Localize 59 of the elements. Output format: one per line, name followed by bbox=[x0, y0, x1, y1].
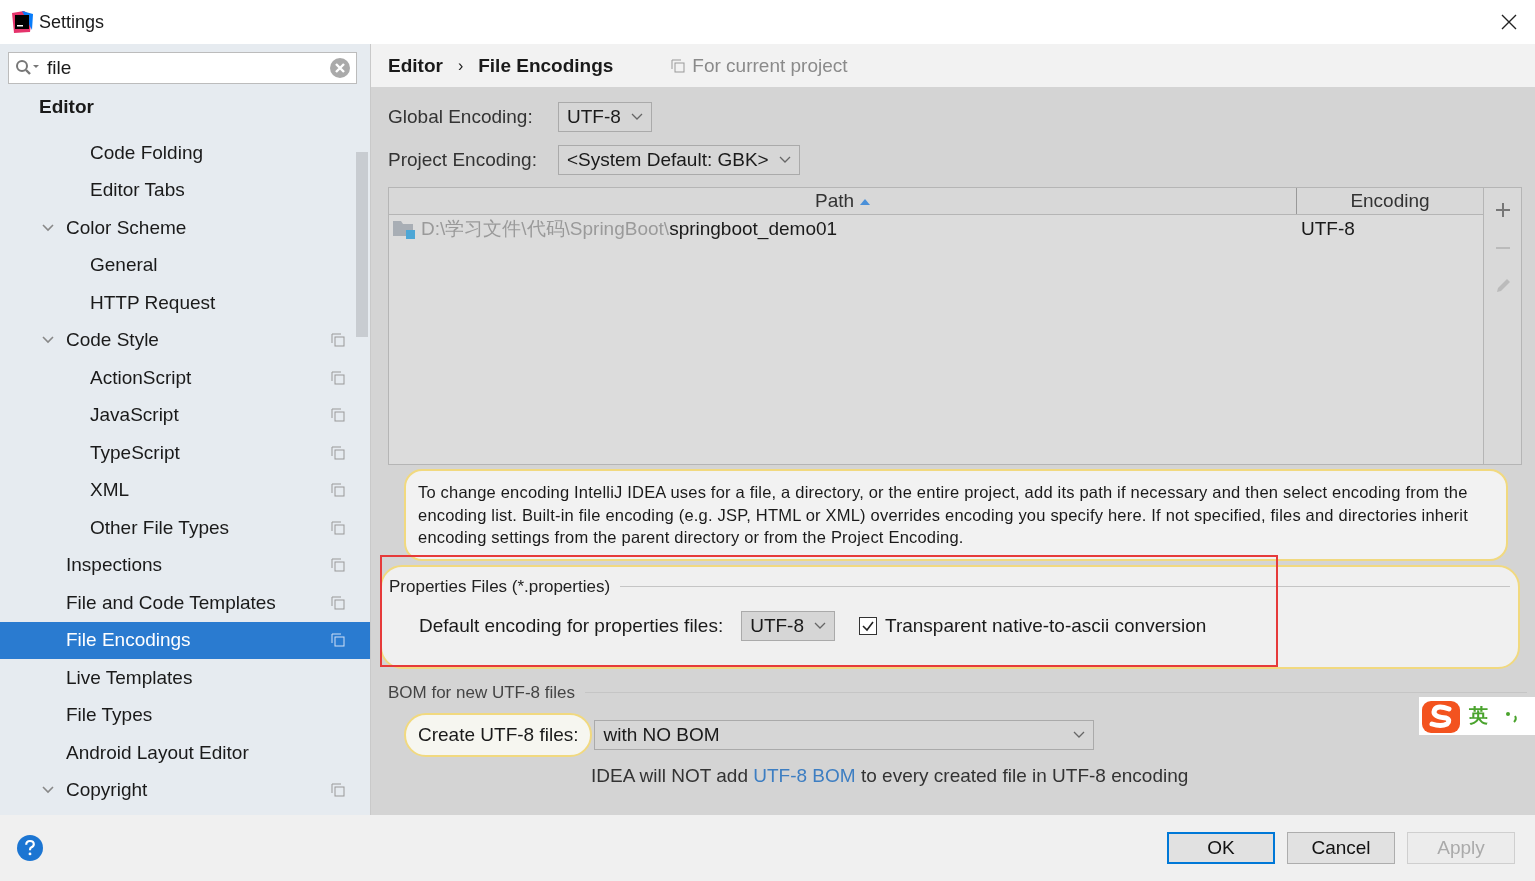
dialog-button[interactable]: OK bbox=[1167, 832, 1275, 864]
sidebar-item[interactable]: Copyright bbox=[66, 779, 148, 802]
help-button[interactable] bbox=[17, 835, 43, 861]
sidebar-item[interactable]: XML bbox=[90, 479, 130, 502]
encoding-dropdown[interactable]: <System Default: GBK> bbox=[558, 144, 800, 175]
breadcrumb-separator: › bbox=[457, 56, 464, 75]
folder-icon bbox=[393, 219, 415, 239]
sidebar-item[interactable]: Editor Tabs bbox=[90, 179, 185, 202]
sidebar-item[interactable]: General bbox=[90, 254, 158, 277]
section-title: Properties Files (*.properties) bbox=[389, 576, 611, 597]
sidebar-item[interactable]: Other File Types bbox=[90, 516, 230, 539]
encoding-dropdown[interactable]: UTF-8 bbox=[558, 101, 652, 132]
info-text: To change encoding IntelliJ IDEA uses for a file, a directory, or the entire project, add its path if necessary and then select encoding from the encoding list. Built-in file encoding (e.g. JSP, HTML or XML) overrides encoding you specify here. If not specified, files and directories inherit encoding settings from the parent directory or from the Project Encoding. bbox=[404, 469, 1508, 561]
sidebar-item[interactable]: File and Code Templates bbox=[66, 591, 276, 614]
copy-icon bbox=[671, 58, 686, 73]
sidebar-item[interactable]: Code Folding bbox=[90, 141, 204, 164]
section-title: BOM for new UTF-8 files bbox=[388, 682, 576, 703]
caret-icon bbox=[814, 621, 826, 630]
sidebar-item[interactable]: File Types bbox=[66, 704, 153, 727]
field-label: Project Encoding: bbox=[388, 148, 538, 171]
add-icon[interactable] bbox=[1494, 202, 1511, 218]
field-label: Create UTF-8 files: bbox=[404, 712, 593, 757]
column-header[interactable]: Encoding bbox=[1297, 188, 1483, 214]
table-cell-text: D:\学习文件\代码\SpringBoot\springboot_demo01 bbox=[421, 217, 838, 242]
sidebar-item[interactable]: Android Layout Editor bbox=[66, 741, 249, 764]
sidebar-section-header: Editor bbox=[38, 95, 95, 119]
window-title: Settings bbox=[39, 11, 105, 33]
sidebar-item[interactable]: TypeScript bbox=[90, 441, 180, 464]
bom-note: IDEA will NOT add UTF-8 BOM to every created file in UTF-8 encoding bbox=[591, 764, 1190, 787]
field-label: Default encoding for properties files: bbox=[419, 614, 724, 637]
sidebar-item[interactable]: JavaScript bbox=[90, 404, 179, 427]
search-field[interactable]: file bbox=[8, 52, 357, 84]
encoding-dropdown[interactable]: UTF-8 bbox=[741, 610, 835, 641]
caret-icon bbox=[1073, 730, 1086, 739]
sidebar-item[interactable]: Color Scheme bbox=[66, 216, 187, 239]
breadcrumb-item: File Encodings bbox=[478, 54, 614, 77]
sidebar-item[interactable]: Inspections bbox=[66, 554, 163, 577]
checkbox-label[interactable]: Transparent native-to-ascii conversion bbox=[885, 614, 1207, 637]
scope-label: For current project bbox=[692, 54, 848, 77]
app-logo-icon bbox=[10, 10, 34, 34]
caret-icon bbox=[630, 112, 643, 121]
bom-dropdown[interactable]: with NO BOM bbox=[594, 719, 1095, 750]
search-icon bbox=[15, 59, 41, 77]
checkbox[interactable] bbox=[859, 616, 877, 635]
caret-icon bbox=[778, 155, 791, 164]
breadcrumb-item[interactable]: Editor bbox=[388, 54, 443, 77]
sidebar-item[interactable]: ActionScript bbox=[90, 366, 192, 389]
dialog-button[interactable]: Cancel bbox=[1287, 832, 1395, 864]
field-label: Global Encoding: bbox=[388, 105, 534, 128]
sidebar-item[interactable]: Code Style bbox=[66, 329, 159, 352]
clear-icon[interactable] bbox=[330, 58, 350, 78]
ime-logo-icon[interactable] bbox=[1421, 698, 1461, 734]
column-header[interactable]: Path bbox=[389, 188, 1297, 214]
table-cell-text: UTF-8 bbox=[1300, 218, 1355, 240]
close-icon[interactable] bbox=[1501, 14, 1517, 30]
sidebar-item[interactable]: HTTP Request bbox=[90, 291, 216, 314]
sidebar-item[interactable]: Live Templates bbox=[66, 666, 193, 689]
sort-ascending-icon bbox=[860, 197, 871, 205]
scrollbar[interactable] bbox=[356, 152, 368, 337]
